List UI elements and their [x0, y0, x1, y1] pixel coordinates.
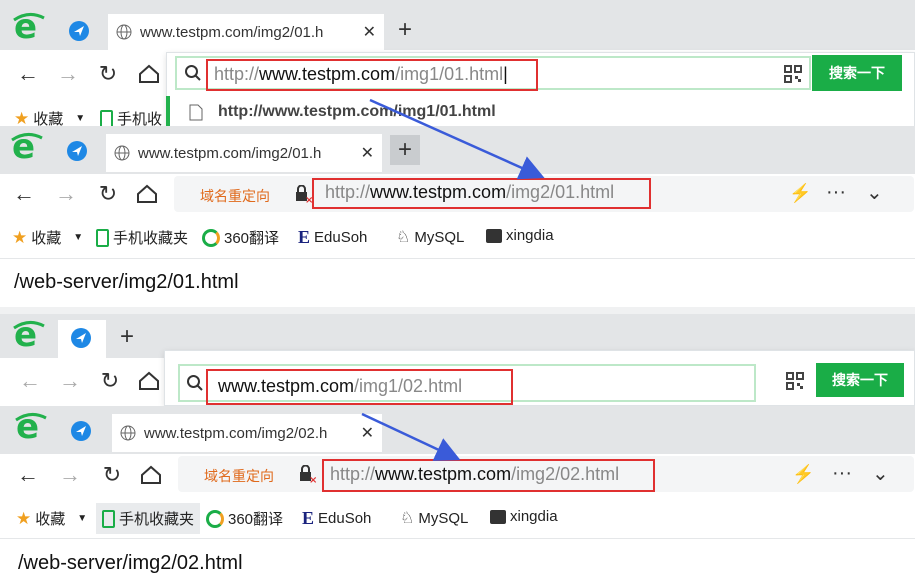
- redirect-arrow-1: [369, 98, 545, 180]
- annotation-arrows: [361, 98, 545, 461]
- redirect-arrow-2: [361, 412, 461, 461]
